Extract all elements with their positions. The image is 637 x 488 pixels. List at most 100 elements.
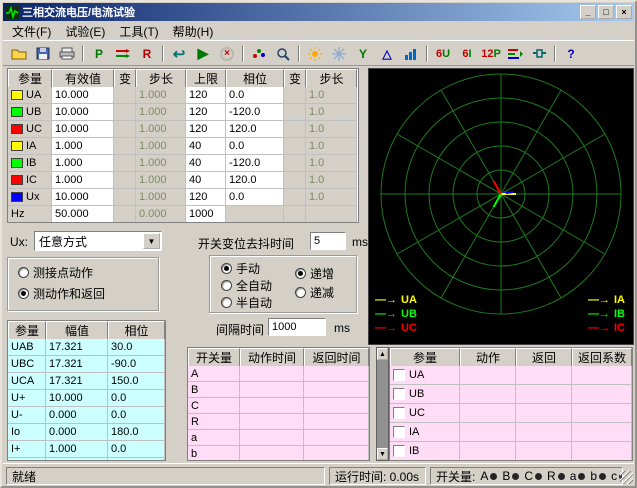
radio-icon[interactable] [221,263,232,274]
assign-values-button[interactable] [111,43,135,64]
phase-cell[interactable]: -120.0 [226,155,284,172]
vary2-cell[interactable] [284,138,306,155]
delta-connection-button[interactable]: △ [375,43,399,64]
minimize-button[interactable]: _ [580,5,596,19]
vary2-cell[interactable] [284,121,306,138]
radio-full-auto[interactable]: 全自动 [221,277,272,294]
limit-cell[interactable]: 120 [186,121,226,138]
ux-mode-select[interactable]: 任意方式 ▼ [34,231,162,251]
limit-cell[interactable]: 1000 [186,206,226,223]
radio-icon[interactable] [221,280,232,291]
checkbox[interactable] [393,407,405,419]
limit-cell[interactable]: 40 [186,172,226,189]
maximize-button[interactable]: □ [598,5,614,19]
value-cell[interactable]: 10.000 [52,189,114,206]
vary2-cell[interactable] [284,104,306,121]
phase-cell[interactable]: 0.0 [226,87,284,104]
radio-icon[interactable] [295,268,306,279]
vary-cell[interactable] [114,189,136,206]
phase-step-cell[interactable]: 1.0 [306,138,357,155]
vary-cell[interactable] [114,206,136,223]
open-file-button[interactable] [7,43,31,64]
six-current-button[interactable]: 6I [455,43,479,64]
step-cell[interactable]: 1.000 [136,189,186,206]
sequence-button[interactable] [503,43,527,64]
value-cell[interactable]: 1.000 [52,172,114,189]
phase-step-cell[interactable]: 1.0 [306,172,357,189]
start-test-button[interactable]: ▶ [191,43,215,64]
debounce-input[interactable] [310,232,346,250]
radio-manual[interactable]: 手动 [221,260,260,277]
menu-file[interactable]: 文件(F) [5,21,58,42]
vary-cell[interactable] [114,155,136,172]
resize-grip[interactable] [620,471,633,484]
step-cell[interactable]: 1.000 [136,172,186,189]
scroll-up-icon[interactable]: ▲ [377,348,388,360]
vary-cell[interactable] [114,138,136,155]
contrast-button[interactable] [327,43,351,64]
brightness-button[interactable] [303,43,327,64]
reset-button[interactable]: R [135,43,159,64]
step-cell[interactable]: 1.000 [136,155,186,172]
radio-increase[interactable]: 递增 [295,265,334,282]
vary-cell[interactable] [114,104,136,121]
vary-cell[interactable] [114,172,136,189]
checkbox[interactable] [393,388,405,400]
print-button[interactable] [55,43,79,64]
connection-button[interactable] [527,43,551,64]
vary2-cell[interactable] [284,155,306,172]
radio-action-and-return[interactable]: 测动作和返回 [18,285,105,302]
vary-cell[interactable] [114,121,136,138]
menu-test[interactable]: 试验(E) [58,21,112,42]
step-cell[interactable]: 1.000 [136,138,186,155]
value-cell[interactable]: 10.000 [52,104,114,121]
checkbox[interactable] [393,369,405,381]
scroll-down-icon[interactable]: ▼ [377,448,388,460]
parameter-settings-button[interactable]: P [87,43,111,64]
vary2-cell[interactable] [284,189,306,206]
wye-connection-button[interactable]: Y [351,43,375,64]
step-cell[interactable]: 1.000 [136,104,186,121]
limit-cell[interactable]: 120 [186,189,226,206]
close-button[interactable]: × [616,5,632,19]
interval-input[interactable] [268,318,326,336]
phase-cell[interactable]: -120.0 [226,104,284,121]
checkbox[interactable] [393,426,405,438]
phase-view-button[interactable] [247,43,271,64]
phase-cell[interactable]: 0.0 [226,138,284,155]
value-cell[interactable]: 10.000 [52,121,114,138]
radio-icon[interactable] [221,297,232,308]
save-button[interactable] [31,43,55,64]
harmonics-button[interactable] [399,43,423,64]
limit-cell[interactable]: 40 [186,138,226,155]
phase-step-cell[interactable]: 1.0 [306,121,357,138]
action-table-scrollbar[interactable]: ▲ ▼ [376,347,389,461]
checkbox[interactable] [393,445,405,457]
phase-cell[interactable]: 120.0 [226,172,284,189]
undo-button[interactable]: ↩ [167,43,191,64]
step-cell[interactable]: 0.000 [136,206,186,223]
limit-cell[interactable]: 120 [186,87,226,104]
radio-icon[interactable] [18,288,29,299]
value-cell[interactable]: 50.000 [52,206,114,223]
chevron-down-icon[interactable]: ▼ [143,233,160,249]
menu-help[interactable]: 帮助(H) [166,21,221,42]
step-cell[interactable]: 1.000 [136,87,186,104]
phase-cell[interactable]: 0.0 [226,189,284,206]
six-voltage-button[interactable]: 6U [431,43,455,64]
value-cell[interactable]: 1.000 [52,138,114,155]
radio-semi-auto[interactable]: 半自动 [221,294,272,311]
phase-cell[interactable]: 120.0 [226,121,284,138]
vary2-cell[interactable] [284,172,306,189]
help-button[interactable]: ? [559,43,583,64]
radio-icon[interactable] [295,287,306,298]
phase-step-cell[interactable]: 1.0 [306,189,357,206]
radio-decrease[interactable]: 递减 [295,284,334,301]
limit-cell[interactable]: 40 [186,155,226,172]
vary2-cell[interactable] [284,87,306,104]
radio-contact-action[interactable]: 测接点动作 [18,264,93,281]
zoom-button[interactable] [271,43,295,64]
limit-cell[interactable]: 120 [186,104,226,121]
step-cell[interactable]: 1.000 [136,121,186,138]
vary-cell[interactable] [114,87,136,104]
